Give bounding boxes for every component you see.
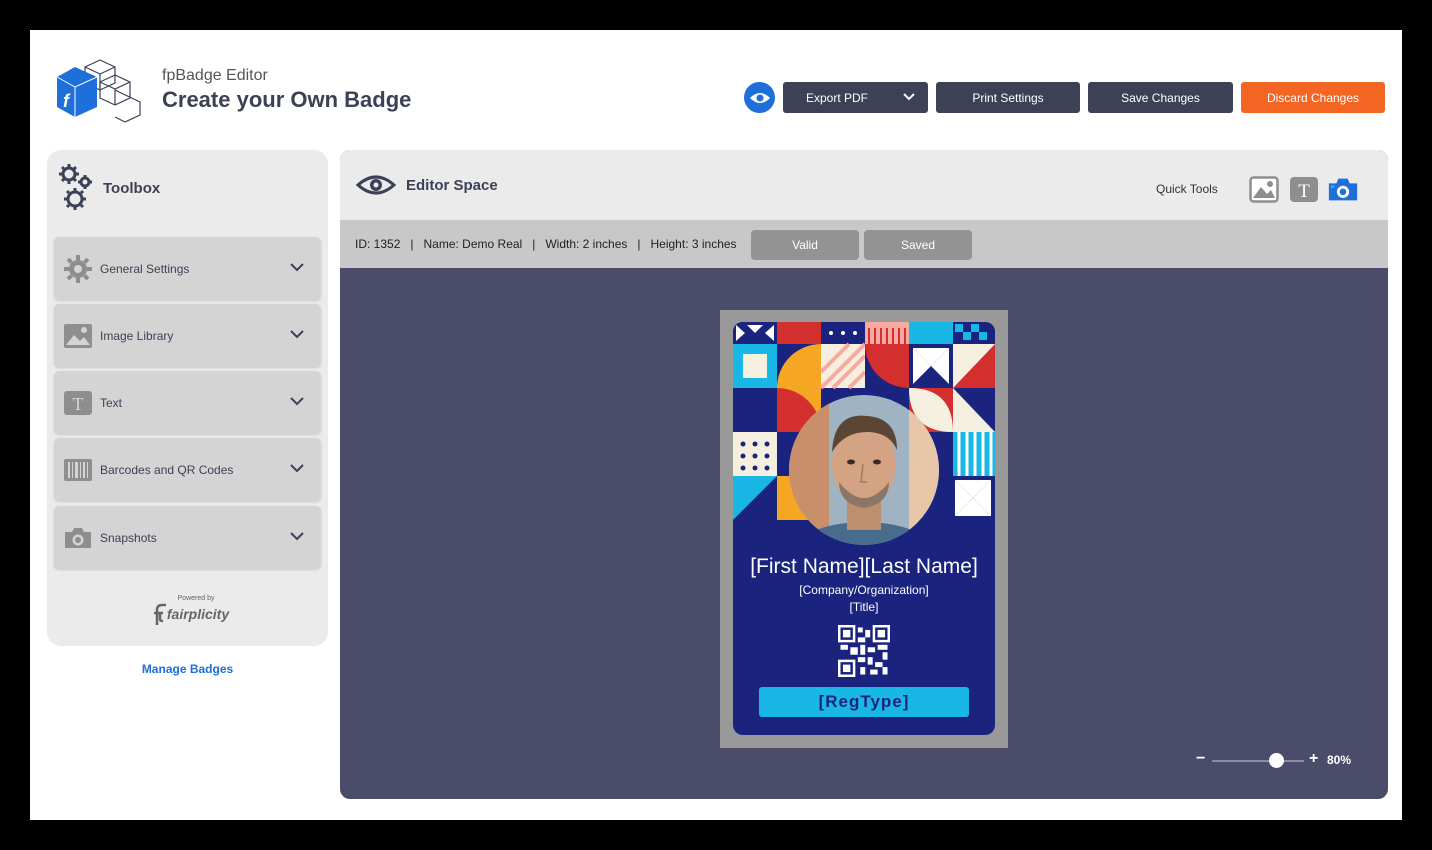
badge-preview[interactable]: [First Name][Last Name] [Company/Organiz… xyxy=(733,322,995,735)
chevron-down-icon[interactable] xyxy=(289,530,305,542)
camera-icon xyxy=(1328,178,1358,200)
barcode-icon xyxy=(62,454,94,486)
save-changes-button[interactable]: Save Changes xyxy=(1088,82,1233,113)
toolbox-title: Toolbox xyxy=(103,179,161,197)
preview-button[interactable] xyxy=(744,82,775,113)
status-saved-badge: Saved xyxy=(864,230,972,260)
gear-icon xyxy=(62,253,94,285)
badge-info: ID: 1352 | Name: Demo Real | Width: 2 in… xyxy=(355,237,737,251)
quick-tools-label: Quick Tools xyxy=(1156,182,1218,196)
gears-icon xyxy=(59,164,92,210)
powered-by-logo: Powered by fairplicity xyxy=(140,595,240,631)
editor-title: Editor Space xyxy=(406,176,498,194)
eye-icon xyxy=(356,175,396,195)
manage-badges-link[interactable]: Manage Badges xyxy=(130,662,245,676)
zoom-value: 80% xyxy=(1327,753,1352,767)
app-screen: f fpBadge Editor Create your Own Badge E… xyxy=(30,30,1402,820)
zoom-slider-track[interactable] xyxy=(1212,760,1304,762)
badge-full-name[interactable]: [First Name][Last Name] xyxy=(733,555,995,579)
discard-changes-button[interactable]: Discard Changes xyxy=(1241,82,1385,113)
image-icon xyxy=(1249,175,1279,203)
editor-header: Editor Space xyxy=(340,150,1388,220)
tool-text[interactable]: T Text xyxy=(54,371,321,434)
badge-regtype[interactable]: [RegType] xyxy=(759,687,969,717)
chevron-down-icon[interactable] xyxy=(289,328,305,340)
badge-id: ID: 1352 xyxy=(355,237,401,251)
zoom-slider-handle[interactable] xyxy=(1268,753,1284,768)
tool-label: Text xyxy=(100,395,123,410)
svg-text:T: T xyxy=(1298,181,1310,202)
zoom-out-button[interactable]: − xyxy=(1196,750,1205,768)
camera-icon xyxy=(62,522,94,554)
tool-snapshots[interactable]: Snapshots xyxy=(54,506,321,569)
chevron-down-icon[interactable] xyxy=(902,91,916,103)
badge-canvas[interactable]: [First Name][Last Name] [Company/Organiz… xyxy=(720,310,1008,748)
attendee-photo xyxy=(789,395,939,545)
quick-tool-text[interactable]: T xyxy=(1288,174,1320,204)
export-pdf-label: Export PDF xyxy=(806,90,869,105)
badge-height: Height: 3 inches xyxy=(650,237,737,251)
fairplicity-icon xyxy=(153,603,166,625)
fairplicity-brand: fairplicity xyxy=(166,606,230,622)
image-icon xyxy=(62,320,94,352)
tool-label: General Settings xyxy=(100,261,190,276)
text-icon: T xyxy=(1290,176,1318,202)
qr-code[interactable] xyxy=(838,625,890,677)
tool-label: Barcodes and QR Codes xyxy=(100,462,234,477)
tool-image-library[interactable]: Image Library xyxy=(54,304,321,367)
editor-space: Editor Space Quick Tools T ID: 1352 | Na… xyxy=(340,150,1388,799)
device-frame: f fpBadge Editor Create your Own Badge E… xyxy=(0,0,1432,850)
badge-name: Name: Demo Real xyxy=(423,237,523,251)
text-icon: T xyxy=(62,387,94,419)
print-settings-button[interactable]: Print Settings xyxy=(936,82,1080,113)
toolbox-panel: Toolbox General Settings Image Library T… xyxy=(47,150,328,646)
chevron-down-icon[interactable] xyxy=(289,395,305,407)
tool-barcodes-qr[interactable]: Barcodes and QR Codes xyxy=(54,438,321,501)
toolbox-header: Toolbox xyxy=(55,162,160,214)
tool-general-settings[interactable]: General Settings xyxy=(54,237,321,300)
status-valid-badge: Valid xyxy=(751,230,859,260)
fpbadge-logo: f xyxy=(55,55,145,125)
export-pdf-button[interactable]: Export PDF xyxy=(783,82,928,113)
tool-label: Snapshots xyxy=(100,530,157,545)
badge-company[interactable]: [Company/Organization] xyxy=(733,583,995,597)
tool-label: Image Library xyxy=(100,328,174,343)
zoom-in-button[interactable]: + xyxy=(1309,750,1318,768)
quick-tool-snapshot[interactable] xyxy=(1327,174,1359,204)
badge-title[interactable]: [Title] xyxy=(733,600,995,614)
badge-width: Width: 2 inches xyxy=(545,237,628,251)
eye-icon xyxy=(749,92,770,103)
svg-text:T: T xyxy=(73,394,84,414)
page-title: Create your Own Badge xyxy=(162,87,412,112)
app-name: fpBadge Editor xyxy=(162,67,268,84)
badge-info-bar: ID: 1352 | Name: Demo Real | Width: 2 in… xyxy=(340,220,1388,268)
powered-by-text: Powered by xyxy=(177,595,215,602)
chevron-down-icon[interactable] xyxy=(289,462,305,474)
chevron-down-icon[interactable] xyxy=(289,261,305,273)
zoom-control: − + 80% xyxy=(1196,750,1366,770)
quick-tool-image[interactable] xyxy=(1248,174,1280,204)
